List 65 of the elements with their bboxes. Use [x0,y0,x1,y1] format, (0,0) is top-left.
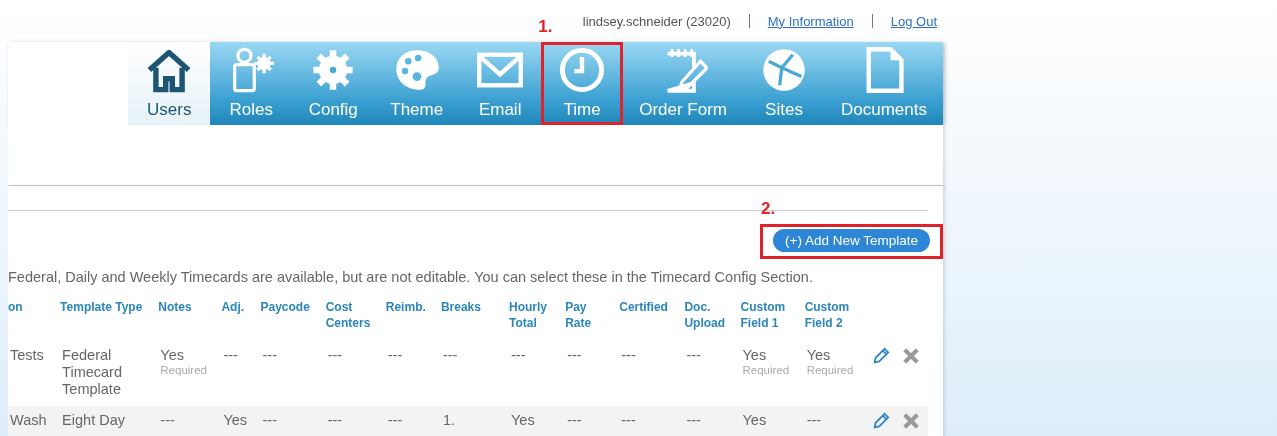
column-header[interactable]: Pay Rate [565,299,620,341]
column-header[interactable]: Reimb. [385,299,441,341]
nav-tab[interactable]: Roles [210,42,293,125]
column-header[interactable]: Cost Centers [325,299,386,341]
close-icon[interactable] [901,412,920,430]
callout-number: 1. [538,17,553,37]
required-note: Required [806,364,855,376]
table-cell-text: Wash [10,412,48,429]
required-note: Required [742,364,791,376]
column-header[interactable]: Notes [158,299,222,341]
callout-number: 2. [761,199,776,219]
close-icon[interactable] [901,347,920,365]
add-template-button[interactable]: (+) Add New Template [773,229,930,252]
column-header[interactable]: Custom Field 1 [740,299,805,341]
nav-tab[interactable]: Theme [374,42,460,125]
table-cell-text: --- [442,347,459,364]
column-header[interactable]: Certified [619,299,685,341]
column-header[interactable]: Custom Field 2 [804,299,870,341]
nav-tab[interactable]: Config [292,42,375,125]
table-cell-text: Yes [511,412,536,429]
table-cell-text: --- [387,347,404,364]
table-cell-text: Yes [160,347,185,364]
table-cell-text: Tests [10,347,45,364]
nav-tab[interactable]: Documents [825,42,943,125]
nav-tab[interactable]: Time [541,42,624,125]
user-name: lindsey.schneider (23020) [582,13,731,29]
table-cell-text: --- [262,412,278,429]
description-text: Federal, Daily and Weekly Timecards are available, but are not editable. You can select these in the Timecard Config Section. [8,269,814,285]
table-cell-text: --- [686,412,702,429]
table-cell-text: --- [387,412,404,429]
column-header[interactable]: Template Type [60,299,159,341]
table-cell-text: Federal Timecard Template [62,347,123,398]
table-cell-text: --- [327,412,344,429]
table-cell-text: --- [621,412,637,429]
pencil-icon[interactable] [871,412,890,430]
column-header[interactable]: Breaks [440,299,510,341]
table-cell-text: --- [567,412,583,429]
nav-tab[interactable]: Email [459,42,542,125]
column-header[interactable]: Paycode [260,299,326,341]
table-cell-text: Yes [742,412,768,429]
table-cell-text: --- [686,347,702,364]
column-header[interactable]: Adj. [221,299,261,341]
required-note: Required [160,364,208,376]
table-cell-text: --- [806,412,823,429]
table-cell-text: --- [327,347,344,364]
table-cell-text: --- [567,347,583,364]
account-link[interactable]: Log Out [890,13,937,29]
table-cell-text: Yes [806,347,832,364]
table-cell-text: --- [223,347,239,364]
column-header[interactable]: Hourly Total [509,299,566,341]
table-cell-text: --- [160,412,176,429]
column-header[interactable]: on [8,299,61,341]
nav-tab[interactable]: Order Form [623,42,743,125]
pencil-icon[interactable] [871,347,890,365]
table-cell-text: 1. [442,412,456,429]
column-header[interactable]: Doc. Upload [684,299,741,341]
table-cell-text: --- [262,347,278,364]
table-cell-text: Yes [742,347,768,364]
table-cell-text: --- [621,347,637,364]
table-cell-text: Yes [223,412,249,429]
nav-tab[interactable]: Sites [743,42,825,125]
table-cell-text: Eight Day [62,412,126,429]
account-link[interactable]: My Information [767,13,854,29]
nav-tab[interactable]: Users [128,42,211,125]
table-cell-text: --- [511,347,527,364]
